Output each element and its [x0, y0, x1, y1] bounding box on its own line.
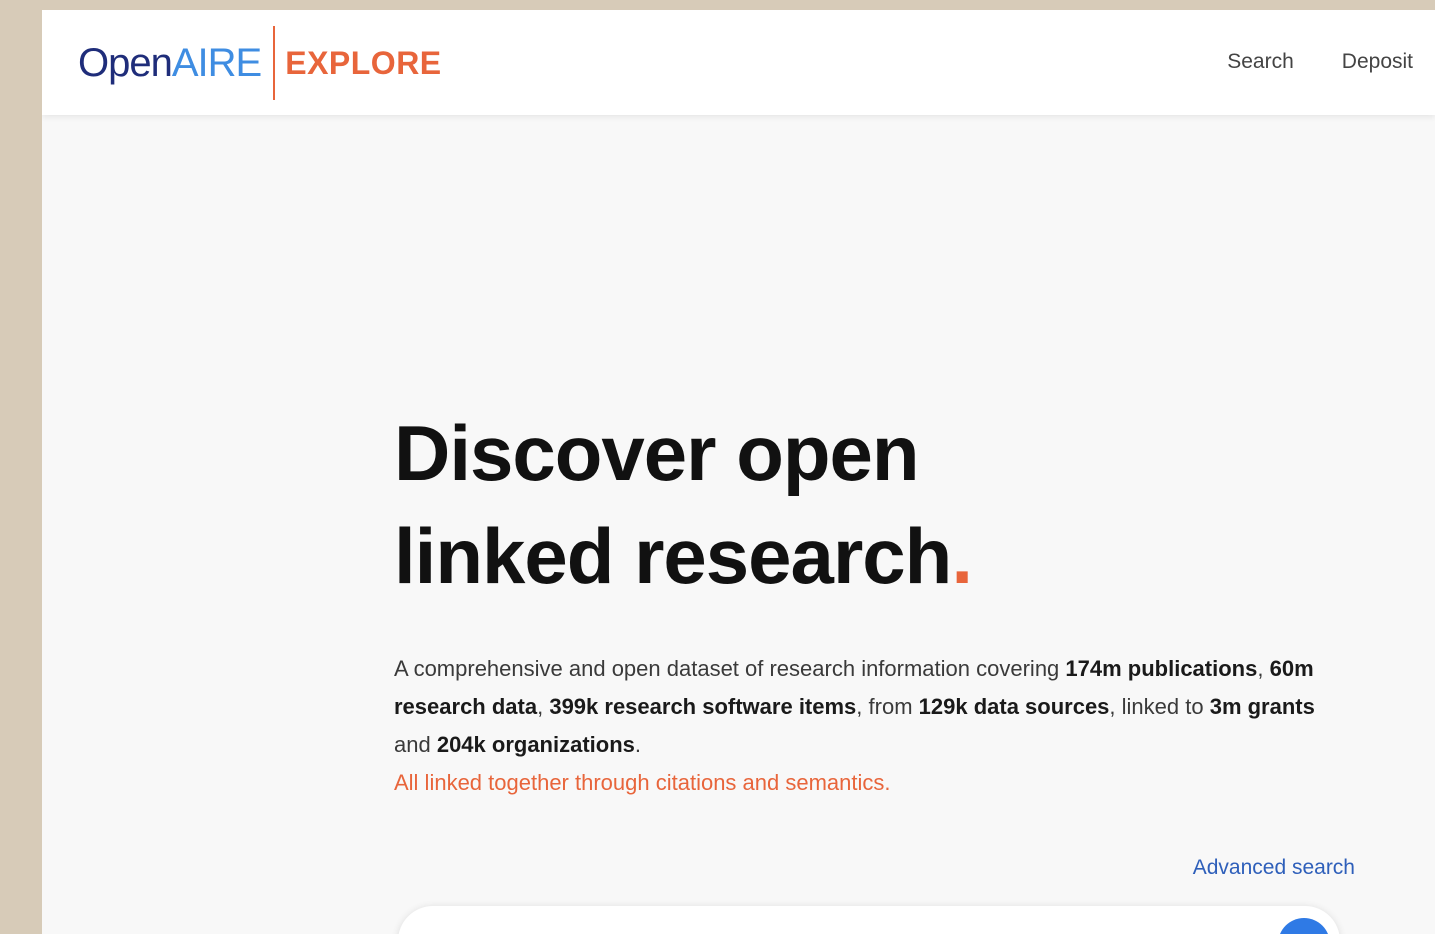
- hero-title-dot: .: [951, 512, 973, 600]
- desc-text: ,: [537, 694, 550, 719]
- hero-tagline: All linked together through citations an…: [394, 770, 891, 795]
- search-submit-button[interactable]: [1278, 918, 1330, 934]
- stat-software-items: 399k research software items: [549, 694, 857, 719]
- main-nav: Search Deposit: [1227, 50, 1413, 74]
- search-bar[interactable]: [398, 906, 1340, 934]
- search-input[interactable]: [428, 926, 1252, 934]
- openaire-explore-logo[interactable]: Open AIRE EXPLORE: [78, 26, 442, 100]
- hero-title-line1: Discover open: [394, 409, 920, 497]
- desc-text: , linked to: [1109, 694, 1210, 719]
- hero-description: A comprehensive and open dataset of rese…: [394, 650, 1324, 802]
- logo-open-text: Open: [78, 41, 173, 85]
- desc-text: ,: [1257, 656, 1270, 681]
- desc-text: A comprehensive and open dataset of rese…: [394, 656, 1066, 681]
- nav-deposit-link[interactable]: Deposit: [1342, 50, 1413, 74]
- stat-organizations: 204k organizations: [436, 732, 635, 757]
- hero-title: Discover open linked research.: [394, 402, 1354, 608]
- hero-title-line2: linked research: [394, 512, 952, 600]
- stat-publications: 174m publications: [1065, 656, 1258, 681]
- top-navigation-bar: Open AIRE EXPLORE Search Deposit: [42, 10, 1435, 115]
- browser-viewport: Open AIRE EXPLORE Search Deposit Discover…: [42, 10, 1435, 934]
- stat-data-sources: 129k data sources: [918, 694, 1110, 719]
- desc-text: , from: [856, 694, 919, 719]
- logo-explore-text: EXPLORE: [285, 45, 442, 81]
- desc-text: .: [634, 732, 642, 757]
- stat-grants: 3m grants: [1209, 694, 1315, 719]
- advanced-search-link[interactable]: Advanced search: [1193, 856, 1355, 880]
- logo-aire-text: AIRE: [171, 41, 262, 85]
- hero-section: Discover open linked research. A compreh…: [394, 402, 1354, 802]
- nav-search-link[interactable]: Search: [1227, 50, 1294, 74]
- desc-text: and: [394, 732, 437, 757]
- logo-divider: [273, 26, 276, 100]
